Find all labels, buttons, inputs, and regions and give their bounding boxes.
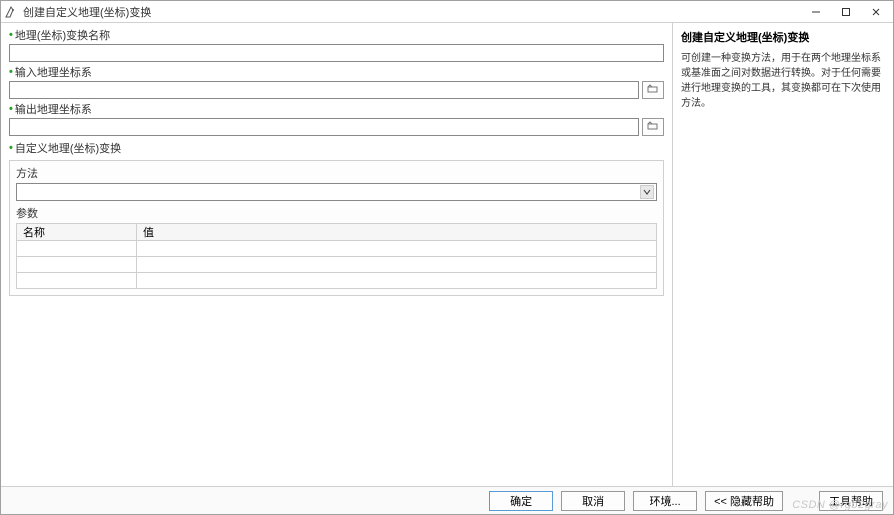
- field-label: • 地理(坐标)变换名称: [9, 27, 664, 43]
- field-transform-name: • 地理(坐标)变换名称: [9, 27, 664, 62]
- environments-button[interactable]: 环境...: [633, 491, 697, 511]
- parameters-panel: • 地理(坐标)变换名称 • 输入地理坐标系: [1, 23, 673, 486]
- table-row[interactable]: [17, 257, 657, 273]
- minimize-button[interactable]: [801, 2, 831, 22]
- required-marker-icon: •: [9, 67, 13, 78]
- params-label: 参数: [16, 205, 657, 221]
- titlebar: 创建自定义地理(坐标)变换: [1, 1, 893, 23]
- browse-icon: [647, 84, 659, 97]
- help-description: 可创建一种变换方法，用于在两个地理坐标系或基准面之间对数据进行转换。对于任何需要…: [681, 51, 885, 111]
- window-title: 创建自定义地理(坐标)变换: [23, 4, 801, 20]
- label-text: 输出地理坐标系: [15, 101, 92, 117]
- cell-name[interactable]: [17, 273, 137, 289]
- tool-help-button[interactable]: 工具帮助: [819, 491, 883, 511]
- cell-value[interactable]: [137, 273, 657, 289]
- maximize-button[interactable]: [831, 2, 861, 22]
- window-controls: [801, 2, 891, 22]
- method-label: 方法: [16, 165, 657, 181]
- field-output-cs: • 输出地理坐标系: [9, 101, 664, 136]
- params-table[interactable]: 名称 值: [16, 223, 657, 289]
- custom-transform-section-label: • 自定义地理(坐标)变换: [9, 140, 664, 156]
- tool-icon: [3, 4, 19, 20]
- label-text: 地理(坐标)变换名称: [15, 27, 110, 43]
- params-col-name: 名称: [17, 224, 137, 241]
- params-col-value: 值: [137, 224, 657, 241]
- content-area: • 地理(坐标)变换名称 • 输入地理坐标系: [1, 23, 893, 486]
- table-row[interactable]: [17, 273, 657, 289]
- field-input-cs: • 输入地理坐标系: [9, 64, 664, 99]
- close-button[interactable]: [861, 2, 891, 22]
- cell-name[interactable]: [17, 257, 137, 273]
- output-cs-browse-button[interactable]: [642, 118, 664, 136]
- browse-icon: [647, 121, 659, 134]
- cell-value[interactable]: [137, 241, 657, 257]
- output-cs-input[interactable]: [9, 118, 639, 136]
- required-marker-icon: •: [9, 143, 13, 154]
- cell-name[interactable]: [17, 241, 137, 257]
- custom-transform-block: 方法 参数 名称 值: [9, 160, 664, 296]
- required-marker-icon: •: [9, 30, 13, 41]
- hide-help-button[interactable]: << 隐藏帮助: [705, 491, 783, 511]
- button-bar: 确定 取消 环境... << 隐藏帮助 工具帮助: [1, 486, 893, 514]
- transform-name-input[interactable]: [9, 44, 664, 62]
- cancel-button[interactable]: 取消: [561, 491, 625, 511]
- input-cs-input[interactable]: [9, 81, 639, 99]
- field-label: • 输出地理坐标系: [9, 101, 664, 117]
- table-row[interactable]: [17, 241, 657, 257]
- chevron-down-icon: [640, 185, 654, 199]
- required-marker-icon: •: [9, 104, 13, 115]
- label-text: 自定义地理(坐标)变换: [15, 140, 121, 156]
- input-cs-browse-button[interactable]: [642, 81, 664, 99]
- field-label: • 输入地理坐标系: [9, 64, 664, 80]
- help-panel: 创建自定义地理(坐标)变换 可创建一种变换方法，用于在两个地理坐标系或基准面之间…: [673, 23, 893, 486]
- params-section: 参数 名称 值: [16, 205, 657, 289]
- help-title: 创建自定义地理(坐标)变换: [681, 29, 885, 45]
- cell-value[interactable]: [137, 257, 657, 273]
- method-dropdown[interactable]: [16, 183, 657, 201]
- dialog-window: 创建自定义地理(坐标)变换 • 地理(坐标)变换名称: [0, 0, 894, 515]
- label-text: 输入地理坐标系: [15, 64, 92, 80]
- ok-button[interactable]: 确定: [489, 491, 553, 511]
